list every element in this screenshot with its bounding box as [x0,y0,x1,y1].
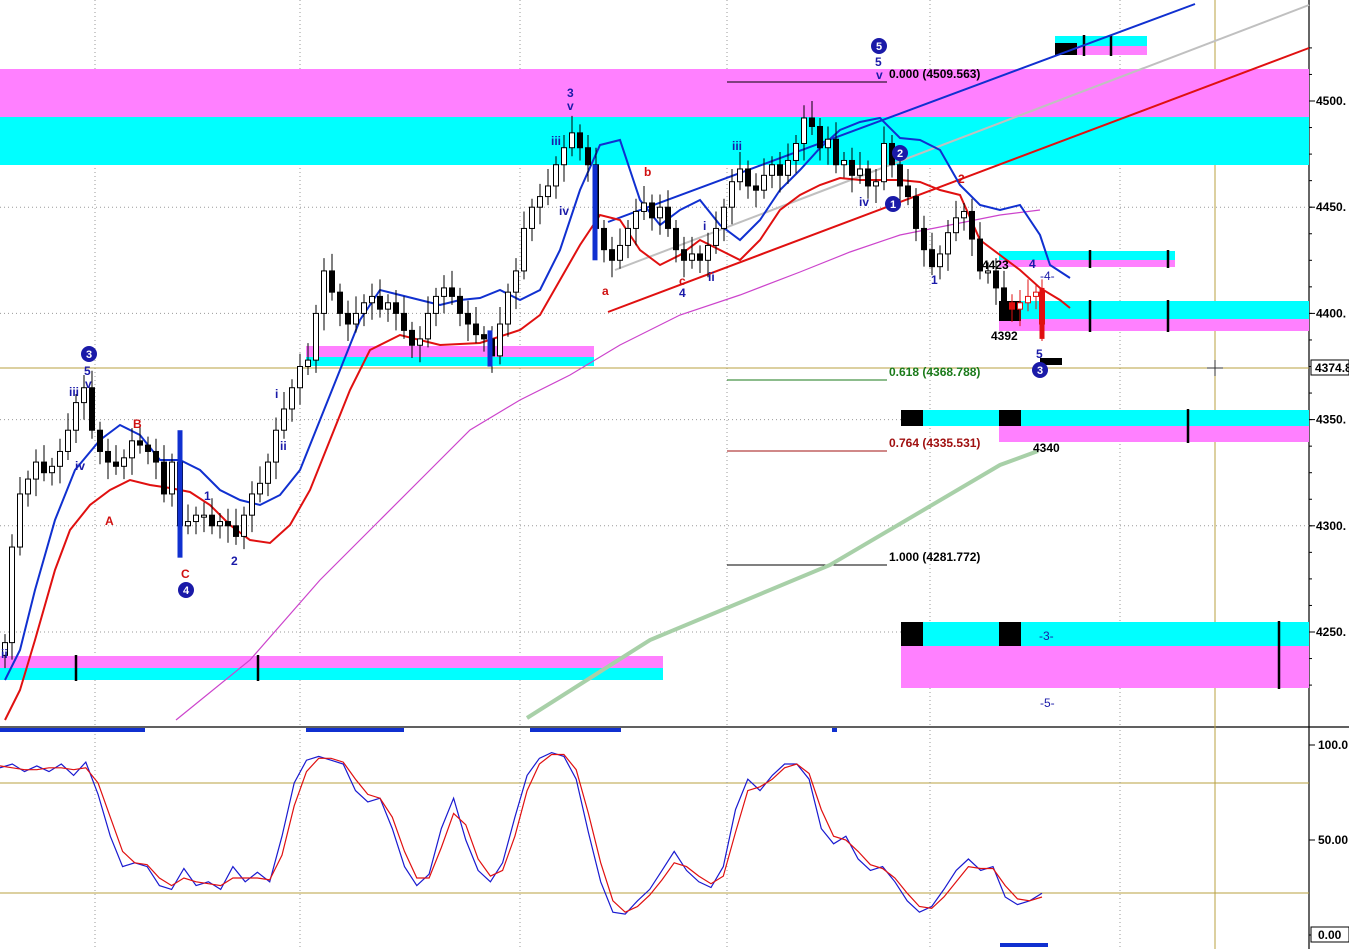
circled-label-3-left: 3 [81,346,97,362]
low-zone-cyan [0,668,663,680]
wave-label-4-b: 4 [679,286,686,300]
zone-4250-cyan [901,622,1309,646]
price-axis-tick-label: 4500. [1316,94,1346,108]
svg-text:3: 3 [1037,365,1043,377]
circled-label-4: 4 [178,582,194,598]
wave-label-5-c: 5 [1036,347,1043,361]
zone-4400-magenta [999,319,1309,331]
fib-label-1000: 1.000 (4281.772) [889,550,980,564]
stoch-axis-tick-label: 0.00 [1318,928,1342,942]
candle-highlight [1039,287,1045,339]
low-zone-magenta [0,656,663,668]
wave-label-2-red: 2 [958,172,965,186]
wave-label-ii: ii [1,647,8,661]
last-price-label: 4374.8 [1315,361,1349,375]
fib-label-0618: 0.618 (4368.788) [889,365,980,379]
zone-4350-magenta [999,426,1309,442]
price-axis-tick-label: 4250. [1316,625,1346,639]
wave-label-A: A [105,514,114,528]
support-zone-cyan [306,357,594,366]
annotation-target-3: -3- [1039,629,1054,643]
wave-label-iv-c: iv [859,195,869,209]
zone-4250-marker-b [999,622,1021,646]
wave-label-ii-c: ii [708,270,715,284]
price-axis-tick-label: 4400. [1316,306,1346,320]
wave-label-c: c [679,274,686,288]
stoch-axis-tick-label: 50.00 [1318,833,1348,847]
wave-label-b: b [644,165,651,179]
wave-label-v: v [85,377,92,391]
fib-label-0000: 0.000 (4509.563) [889,67,980,81]
wave-label-3: 3 [567,86,574,100]
zone-4250-magenta [901,646,1309,688]
svg-text:2: 2 [897,148,903,160]
price-axis-tick-label: 4300. [1316,519,1346,533]
zone-4400-cyan [999,301,1309,319]
stoch-axis-tick-label: 100.0 [1318,738,1348,752]
annotation-4392: 4392 [991,329,1018,343]
candle-highlight [487,330,493,367]
annotation-4340: 4340 [1033,441,1060,455]
wave-label-iv: iv [75,459,85,473]
zone-4350-cyan [901,410,1309,426]
wave-label-iii: iii [69,385,79,399]
circled-label-5: 5 [871,38,887,54]
svg-text:1: 1 [890,199,896,211]
wave-label-4-c: 4 [1029,257,1036,271]
annotation-target-4: -4- [1040,269,1055,283]
wave-label-iii-c: iii [732,139,742,153]
candle-highlight [592,164,598,261]
zone-4423-magenta [999,260,1175,267]
wave-label-5-b: 5 [875,55,882,69]
wave-label-B: B [133,417,142,431]
wave-label-C: C [181,567,190,581]
resistance-zone-cyan [0,117,1309,165]
wave-label-v-b: v [567,99,574,113]
price-axis-tick-label: 4350. [1316,413,1346,427]
chart-canvas: ii iii iv 5 v i ii 1 2 iii iv 3 v 4 ii i… [0,0,1349,949]
zone-4423-cyan [999,251,1175,260]
wave-label-iv-b: iv [559,204,569,218]
wave-label-2: 2 [231,554,238,568]
annotation-target-5: -5- [1040,696,1055,710]
circled-label-1: 1 [885,196,901,212]
annotation-4423: 4423 [982,258,1009,272]
fib-label-0764: 0.764 (4335.531) [889,436,980,450]
candle [9,534,15,660]
svg-text:4: 4 [183,585,190,597]
resistance-zone-magenta [0,69,1309,117]
wave-label-a: a [602,284,609,298]
candle-highlight [177,430,183,558]
wave-label-i: i [275,387,278,401]
last-price-badge: 4374.8 [1310,359,1349,376]
zone-4350-marker-b [999,410,1021,426]
circled-label-2: 2 [892,145,908,161]
wave-label-1-b: 1 [931,273,938,287]
zone-4250-marker-a [901,622,923,646]
wave-label-1: 1 [204,489,211,503]
wave-label-v-c: v [876,68,883,82]
wave-label-iii-b: iii [551,134,561,148]
svg-text:3: 3 [86,349,92,361]
wave-label-ii-b: ii [280,439,287,453]
price-axis-tick-label: 4450. [1316,200,1346,214]
zone-4350-marker-a [901,410,923,426]
wave-label-5: 5 [84,364,91,378]
wave-label-i-b: i [703,219,706,233]
circled-label-3-right: 3 [1032,362,1048,378]
svg-text:5: 5 [876,41,882,53]
